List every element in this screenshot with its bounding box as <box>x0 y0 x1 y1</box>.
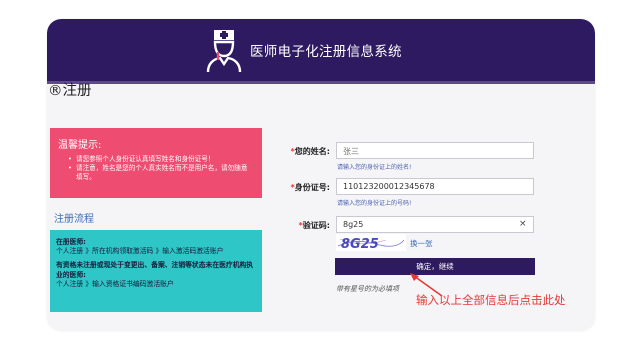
required-note: 带有星号的为必填项 <box>336 285 399 293</box>
app-header: 医师电子化注册信息系统 <box>47 19 595 81</box>
flow-section1-text: 个人注册 》所在机构领取激活码 》输入激活码激活账户 <box>56 247 224 256</box>
notice-box: 温馨提示: 请您参照个人身份证认真填写姓名和身份证号！ 请注意，姓名是您的个人真… <box>50 128 262 198</box>
flow-section2-title: 有资格未注册或现处于变更出、备案、注销等状态未在医疗机构执业的医师: <box>56 261 254 279</box>
instruction-annotation: 输入以上全部信息后点击此处 <box>416 293 566 307</box>
page-title: ®注册 <box>48 83 92 99</box>
refresh-captcha-link[interactable]: 换一张 <box>410 238 433 249</box>
captcha-image[interactable]: 8G25 <box>336 234 406 251</box>
notice-item: 请您参照个人身份证认真填写姓名和身份证号！ <box>68 155 254 164</box>
id-number-field[interactable]: 110123200012345678 <box>336 178 534 195</box>
flow-section2-text: 个人注册 》输入资格证书编码激活账户 <box>56 279 174 288</box>
clear-icon[interactable]: × <box>519 219 527 229</box>
system-title: 医师电子化注册信息系统 <box>250 44 402 60</box>
name-hint: 请输入您的身份证上的姓名! <box>337 164 412 171</box>
captcha-field[interactable]: 8g25 <box>336 216 534 233</box>
header-underline <box>47 81 595 84</box>
id-label: *身份证号: <box>290 183 330 192</box>
name-field[interactable]: 张三 <box>336 142 534 159</box>
notice-list: 请您参照个人身份证认真填写姓名和身份证号！ 请注意，姓名是您的个人真实姓名而不是… <box>58 155 254 182</box>
captcha-text: 8G25 <box>341 237 379 251</box>
flow-section1-title: 在册医师: <box>56 238 86 246</box>
captcha-label: *验证码: <box>298 221 330 230</box>
notice-item: 请注意，姓名是您的个人真实姓名而不是用户名，请勿随意填写。 <box>68 164 254 182</box>
name-label: *您的姓名: <box>290 147 330 156</box>
flow-title: 注册流程 <box>54 214 94 225</box>
notice-title: 温馨提示: <box>58 140 102 151</box>
id-hint: 请输入您的身份证上的号码! <box>337 200 412 207</box>
doctor-icon <box>206 30 242 73</box>
flow-box: 在册医师: 个人注册 》所在机构领取激活码 》输入激活码激活账户 有资格未注册或… <box>50 230 262 312</box>
